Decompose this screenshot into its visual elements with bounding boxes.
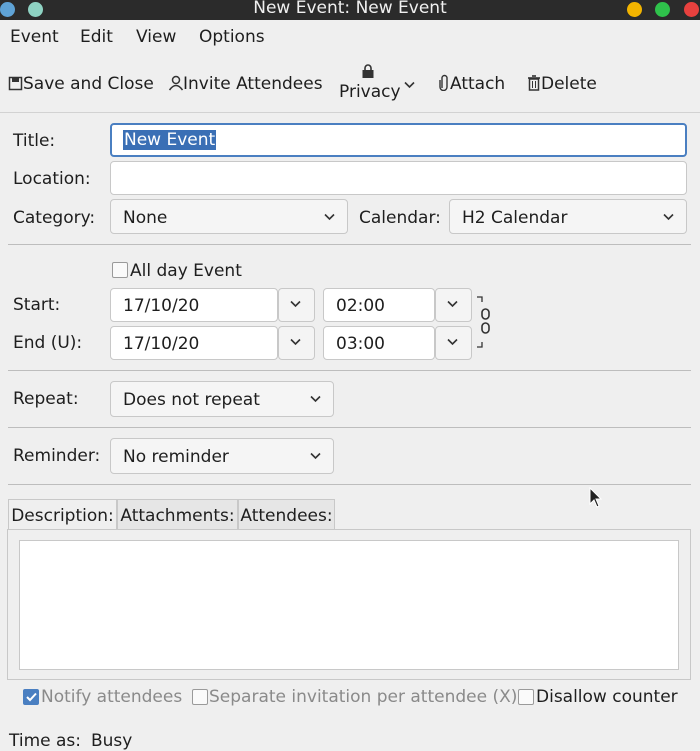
- maximize-button[interactable]: [655, 2, 670, 17]
- mouse-cursor-icon: [589, 487, 603, 508]
- invite-attendees-button[interactable]: Invite Attendees: [168, 74, 323, 94]
- start-date-value: 17/10/20: [123, 296, 200, 316]
- repeat-value: Does not repeat: [123, 390, 260, 410]
- window-titlebar: New Event: New Event: [0, 0, 700, 20]
- delete-label: Delete: [541, 74, 597, 94]
- menu-event[interactable]: Event: [10, 27, 59, 47]
- start-date-dropdown-button[interactable]: [278, 288, 315, 322]
- separator: [8, 244, 691, 245]
- location-input[interactable]: [110, 161, 687, 195]
- delete-button[interactable]: Delete: [527, 74, 597, 94]
- start-time-dropdown-button[interactable]: [435, 288, 472, 322]
- time-as-value[interactable]: Busy: [91, 731, 132, 751]
- notify-attendees-checkbox[interactable]: [23, 689, 39, 705]
- disallow-counter-label: Disallow counter: [536, 687, 678, 707]
- chevron-down-icon: [447, 300, 458, 308]
- chevron-down-icon: [447, 338, 458, 346]
- start-date-input[interactable]: 17/10/20: [110, 288, 278, 322]
- window-title: New Event: New Event: [253, 0, 447, 18]
- category-select[interactable]: None: [110, 199, 348, 234]
- category-value: None: [123, 208, 168, 228]
- reminder-select[interactable]: No reminder: [110, 438, 334, 474]
- paperclip-icon: [439, 74, 448, 92]
- title-input[interactable]: New Event: [110, 123, 687, 157]
- end-time-value: 03:00: [336, 334, 385, 354]
- repeat-label: Repeat:: [13, 389, 79, 409]
- close-button[interactable]: [684, 2, 699, 17]
- separator: [8, 427, 691, 428]
- chevron-down-icon: [310, 452, 321, 460]
- chevron-down-icon: [404, 81, 415, 89]
- menu-edit[interactable]: Edit: [80, 27, 113, 47]
- chevron-down-icon: [290, 300, 301, 308]
- privacy-label: Privacy: [339, 82, 401, 102]
- end-label: End (U):: [13, 333, 83, 353]
- trash-icon: [528, 75, 540, 91]
- calendar-value: H2 Calendar: [462, 208, 568, 228]
- menu-view[interactable]: View: [136, 27, 176, 47]
- repeat-select[interactable]: Does not repeat: [110, 381, 334, 417]
- chevron-down-icon: [310, 395, 321, 403]
- start-time-value: 02:00: [336, 296, 385, 316]
- separator: [8, 484, 691, 485]
- save-and-close-label: Save and Close: [23, 74, 154, 94]
- category-label: Category:: [13, 208, 96, 228]
- calendar-label: Calendar:: [359, 208, 441, 228]
- chevron-down-icon: [324, 213, 335, 221]
- title-input-value: New Event: [123, 130, 217, 150]
- lock-icon: [362, 64, 374, 78]
- tab-description[interactable]: Description:: [8, 499, 117, 530]
- calendar-select[interactable]: H2 Calendar: [449, 199, 687, 234]
- menu-bar: Event Edit View Options: [0, 22, 700, 54]
- minimize-button[interactable]: [627, 2, 642, 17]
- notify-attendees-label: Notify attendees: [41, 687, 183, 707]
- title-label: Title:: [13, 131, 56, 151]
- checkmark-icon: [26, 692, 37, 702]
- reminder-value: No reminder: [123, 447, 229, 467]
- separate-invitation-label: Separate invitation per attendee (X): [209, 687, 518, 707]
- disallow-counter-checkbox[interactable]: [518, 689, 534, 705]
- chevron-down-icon: [290, 338, 301, 346]
- all-day-label: All day Event: [130, 261, 242, 281]
- end-date-input[interactable]: 17/10/20: [110, 326, 278, 360]
- tab-attachments[interactable]: Attachments:: [117, 499, 238, 530]
- attach-label: Attach: [450, 74, 506, 94]
- end-time-dropdown-button[interactable]: [435, 326, 472, 360]
- menu-options[interactable]: Options: [199, 27, 265, 47]
- chevron-down-icon: [663, 213, 674, 221]
- description-textarea[interactable]: [19, 540, 679, 670]
- save-and-close-button[interactable]: Save and Close: [8, 74, 154, 94]
- tab-attendees[interactable]: Attendees:: [238, 499, 335, 530]
- toolbar: Save and Close Invite Attendees Privacy …: [0, 56, 700, 113]
- end-time-input[interactable]: 03:00: [323, 326, 435, 360]
- start-label: Start:: [13, 295, 61, 315]
- separate-invitation-checkbox[interactable]: [192, 689, 208, 705]
- attach-button[interactable]: Attach: [438, 74, 505, 94]
- time-as-label: Time as:: [9, 731, 82, 751]
- link-duration-icon[interactable]: [476, 296, 492, 352]
- person-icon: [168, 75, 184, 91]
- all-day-checkbox[interactable]: [112, 262, 128, 278]
- location-label: Location:: [13, 169, 91, 189]
- privacy-button[interactable]: Privacy: [339, 62, 419, 108]
- invite-attendees-label: Invite Attendees: [183, 74, 323, 94]
- end-date-value: 17/10/20: [123, 334, 200, 354]
- save-icon: [8, 76, 23, 91]
- end-date-dropdown-button[interactable]: [278, 326, 315, 360]
- separator: [8, 370, 691, 371]
- reminder-label: Reminder:: [13, 446, 101, 466]
- start-time-input[interactable]: 02:00: [323, 288, 435, 322]
